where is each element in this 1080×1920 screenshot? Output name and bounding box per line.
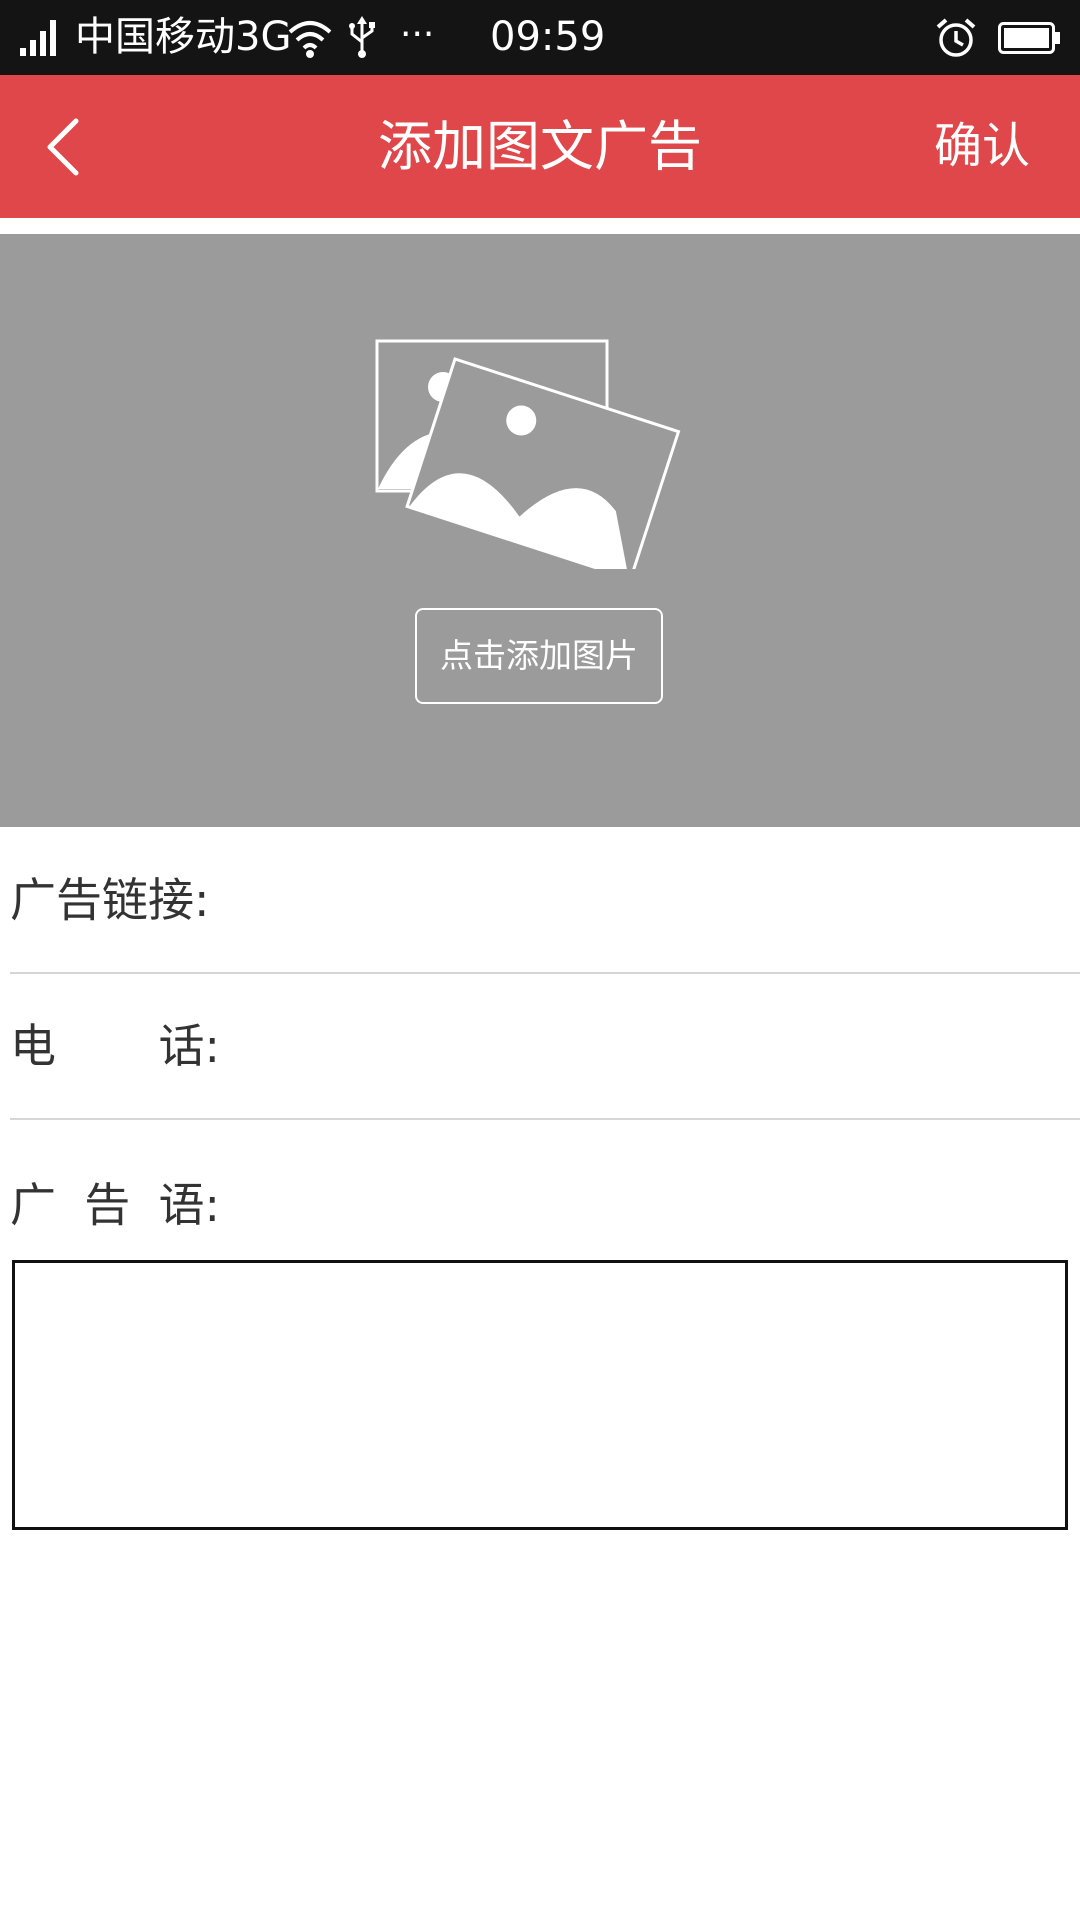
phone-label-char: 电	[10, 1019, 56, 1073]
slogan-label-char: 广	[10, 1178, 56, 1232]
status-bar: 中国移动3G ··· 09:59	[0, 0, 1080, 75]
back-chevron-icon[interactable]	[42, 115, 86, 179]
app-header: 添加图文广告 确认	[0, 75, 1080, 218]
carrier-name: 中国移动3G	[75, 14, 292, 60]
slogan-textarea[interactable]	[12, 1260, 1068, 1530]
phone-input[interactable]	[230, 994, 1074, 1100]
ad-link-row: 广告链接:	[10, 828, 1080, 974]
wifi-icon	[288, 21, 332, 58]
alarm-icon	[936, 18, 976, 57]
phone-label-char: 话:	[158, 1019, 221, 1073]
slogan-label-char: 语:	[158, 1178, 221, 1232]
image-placeholder-icon	[375, 339, 681, 569]
add-image-button[interactable]: 点击添加图片	[415, 608, 663, 704]
phone-row: 电 话:	[10, 974, 1080, 1120]
usb-icon	[349, 16, 375, 58]
page-title: 添加图文广告	[378, 115, 702, 178]
clock-time: 09:59	[490, 14, 606, 60]
slogan-label: 广 告 语:	[10, 1150, 220, 1260]
confirm-button[interactable]: 确认	[934, 75, 1030, 218]
signal-icon	[20, 20, 56, 56]
phone-label: 电 话:	[10, 974, 220, 1118]
slogan-label-char: 告	[84, 1178, 131, 1232]
image-upload-area[interactable]: 点击添加图片	[0, 234, 1080, 827]
ad-link-input[interactable]	[230, 848, 1074, 954]
more-notifications-icon: ···	[400, 14, 435, 55]
ad-link-label: 广告链接:	[10, 873, 210, 927]
battery-icon	[998, 22, 1060, 54]
